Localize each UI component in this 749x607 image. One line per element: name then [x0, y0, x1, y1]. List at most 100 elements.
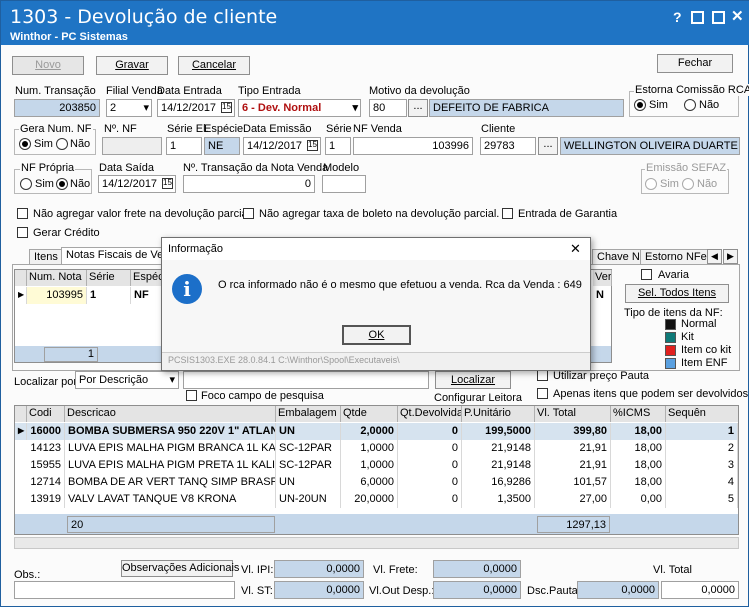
calendar-icon[interactable]: 15 [307, 140, 318, 151]
frete-checkbox[interactable] [17, 208, 28, 219]
cell-total: 399,80 [535, 423, 611, 440]
sel-todos-button[interactable]: Sel. Todos Itens [625, 284, 729, 303]
dialog-close-icon[interactable]: ✕ [570, 241, 581, 257]
ok-button[interactable]: OK [342, 325, 411, 345]
items-header-sequen[interactable]: Sequên [666, 406, 738, 422]
avaria-checkbox[interactable] [641, 269, 652, 280]
main-window: 1303 - Devolução de cliente Winthor - PC… [0, 0, 749, 607]
items-header-descricao[interactable]: Descricao [65, 406, 276, 422]
cliente-search-button[interactable]: ... [538, 137, 558, 155]
table-row[interactable]: 13919 VALV LAVAT TANQUE V8 KRONA UN-20UN… [15, 491, 738, 508]
credito-checkbox[interactable] [17, 227, 28, 238]
modelo-field[interactable] [322, 175, 366, 193]
propria-sim-radio[interactable] [20, 178, 32, 190]
data-emissao-label: Data Emissão [243, 123, 312, 135]
gravar-button[interactable]: Gravar [96, 56, 168, 75]
num-transacao-nota-field[interactable]: 0 [183, 175, 315, 193]
items-header-qtde[interactable]: Qtde [341, 406, 398, 422]
items-header-codi[interactable]: Codi [27, 406, 65, 422]
estorno-nao-radio[interactable] [684, 99, 696, 111]
foco-checkbox[interactable] [186, 390, 197, 401]
items-header-vltotal[interactable]: Vl. Total [535, 406, 611, 422]
localizar-select[interactable]: Por Descrição ▾ [75, 371, 179, 389]
gera-nao-radio[interactable] [56, 138, 68, 150]
obs-field[interactable] [14, 581, 235, 599]
garantia-checkbox[interactable] [502, 208, 513, 219]
nf-grid-header-num[interactable]: Num. Nota [27, 270, 87, 286]
table-row[interactable]: 15955 LUVA EPIS MALHA PIGM PRETA 1L KALI… [15, 457, 738, 474]
vl-st-field: 0,0000 [274, 581, 364, 599]
nf-propria-label: NF Própria [20, 162, 76, 174]
cell-desc: VALV LAVAT TANQUE V8 KRONA [65, 491, 276, 508]
dialog-title: Informação [168, 243, 224, 255]
tab-estorno-nfe[interactable]: Estorno NFe [640, 249, 712, 265]
items-header-icms[interactable]: %ICMS [611, 406, 666, 422]
nf-grid-header-serie[interactable]: Série [87, 270, 131, 286]
vl-total-field: 0,0000 [661, 581, 739, 599]
fechar-button[interactable]: Fechar [657, 54, 733, 73]
nf-venda-field[interactable]: 103996 [353, 137, 473, 155]
configurar-leitora-label[interactable]: Configurar Leitora [434, 392, 522, 404]
calendar-icon[interactable]: 15 [221, 102, 232, 113]
restore-icon[interactable] [691, 11, 704, 24]
legend-label-item-co-kit: Item co kit [681, 344, 732, 356]
calendar-icon[interactable]: 15 [162, 178, 173, 189]
vl-frete-field: 0,0000 [433, 560, 521, 578]
boleto-checkbox-label: Não agregar taxa de boleto na devolução … [259, 208, 500, 220]
items-header-embalagem[interactable]: Embalagem [276, 406, 341, 422]
cancelar-button[interactable]: Cancelar [178, 56, 250, 75]
cell-desc: BOMBA DE AR VERT TANQ SIMP BRASFORT [65, 474, 276, 491]
items-header-punitario[interactable]: P.Unitário [462, 406, 535, 422]
horizontal-scrollbar[interactable] [14, 537, 739, 549]
data-saida-field[interactable]: 14/12/2017 15 [98, 175, 176, 193]
cell-total: 101,57 [535, 474, 611, 491]
serie-field[interactable]: 1 [325, 137, 351, 155]
chevron-down-icon: ▾ [143, 102, 149, 114]
cell-cod: 16000 [27, 423, 65, 440]
cell-cod: 13919 [27, 491, 65, 508]
apenas-checkbox[interactable] [537, 388, 548, 399]
nf-grid-header-ver[interactable]: Ver [593, 270, 612, 286]
cell-qtde: 1,0000 [341, 457, 398, 474]
cell-icms: 18,00 [611, 474, 666, 491]
tipo-entrada-select[interactable]: 6 - Dev. Normal ▾ [238, 99, 361, 117]
motivo-search-button[interactable]: ... [408, 99, 428, 117]
close-icon[interactable]: ✕ [731, 7, 744, 25]
serie-el-field[interactable]: 1 [166, 137, 202, 155]
cell-qtde: 1,0000 [341, 440, 398, 457]
help-icon[interactable]: ? [673, 9, 682, 25]
table-row[interactable]: 14123 LUVA EPIS MALHA PIGM BRANCA 1L KAL… [15, 440, 738, 457]
items-grid-indicator-header [15, 406, 27, 422]
estorno-sim-label: Sim [649, 99, 668, 111]
tab-scroll-right-icon[interactable]: ▶ [723, 249, 738, 264]
tab-itens[interactable]: Itens [29, 249, 63, 265]
cliente-code-field[interactable]: 29783 [480, 137, 536, 155]
estorno-sim-radio[interactable] [634, 99, 646, 111]
sefaz-sim-label: Sim [660, 178, 679, 190]
legend-swatch-item-enf [665, 358, 676, 369]
tab-scroll-left-icon[interactable]: ◀ [707, 249, 722, 264]
observacoes-button[interactable]: Observações Adicionais [121, 560, 239, 577]
filial-select[interactable]: 2 ▾ [106, 99, 152, 117]
localizar-button[interactable]: Localizar [435, 371, 511, 389]
boleto-checkbox[interactable] [243, 208, 254, 219]
gera-sim-radio[interactable] [19, 138, 31, 150]
cell-cod: 14123 [27, 440, 65, 457]
table-row[interactable]: 12714 BOMBA DE AR VERT TANQ SIMP BRASFOR… [15, 474, 738, 491]
search-input[interactable] [183, 371, 429, 389]
vl-out-field: 0,0000 [433, 581, 521, 599]
novo-button[interactable]: Novo [12, 56, 84, 75]
cell-seq: 5 [666, 491, 738, 508]
maximize-icon[interactable] [712, 11, 725, 24]
data-emissao-field[interactable]: 14/12/2017 15 [243, 137, 321, 155]
data-entrada-field[interactable]: 14/12/2017 15 [157, 99, 235, 117]
motivo-code-field[interactable]: 80 [369, 99, 407, 117]
preco-pauta-checkbox[interactable] [537, 370, 548, 381]
table-row[interactable]: ▶ 16000 BOMBA SUBMERSA 950 220V 1" ATLAN… [15, 423, 738, 440]
title-bar: 1303 - Devolução de cliente Winthor - PC… [1, 1, 749, 45]
items-header-qtdevolvida[interactable]: Qt.Devolvida [398, 406, 462, 422]
cell-seq: 1 [666, 423, 738, 440]
propria-nao-radio[interactable] [56, 178, 68, 190]
motivo-desc-field: DEFEITO DE FABRICA [429, 99, 624, 117]
obs-label: Obs.: [14, 569, 41, 581]
